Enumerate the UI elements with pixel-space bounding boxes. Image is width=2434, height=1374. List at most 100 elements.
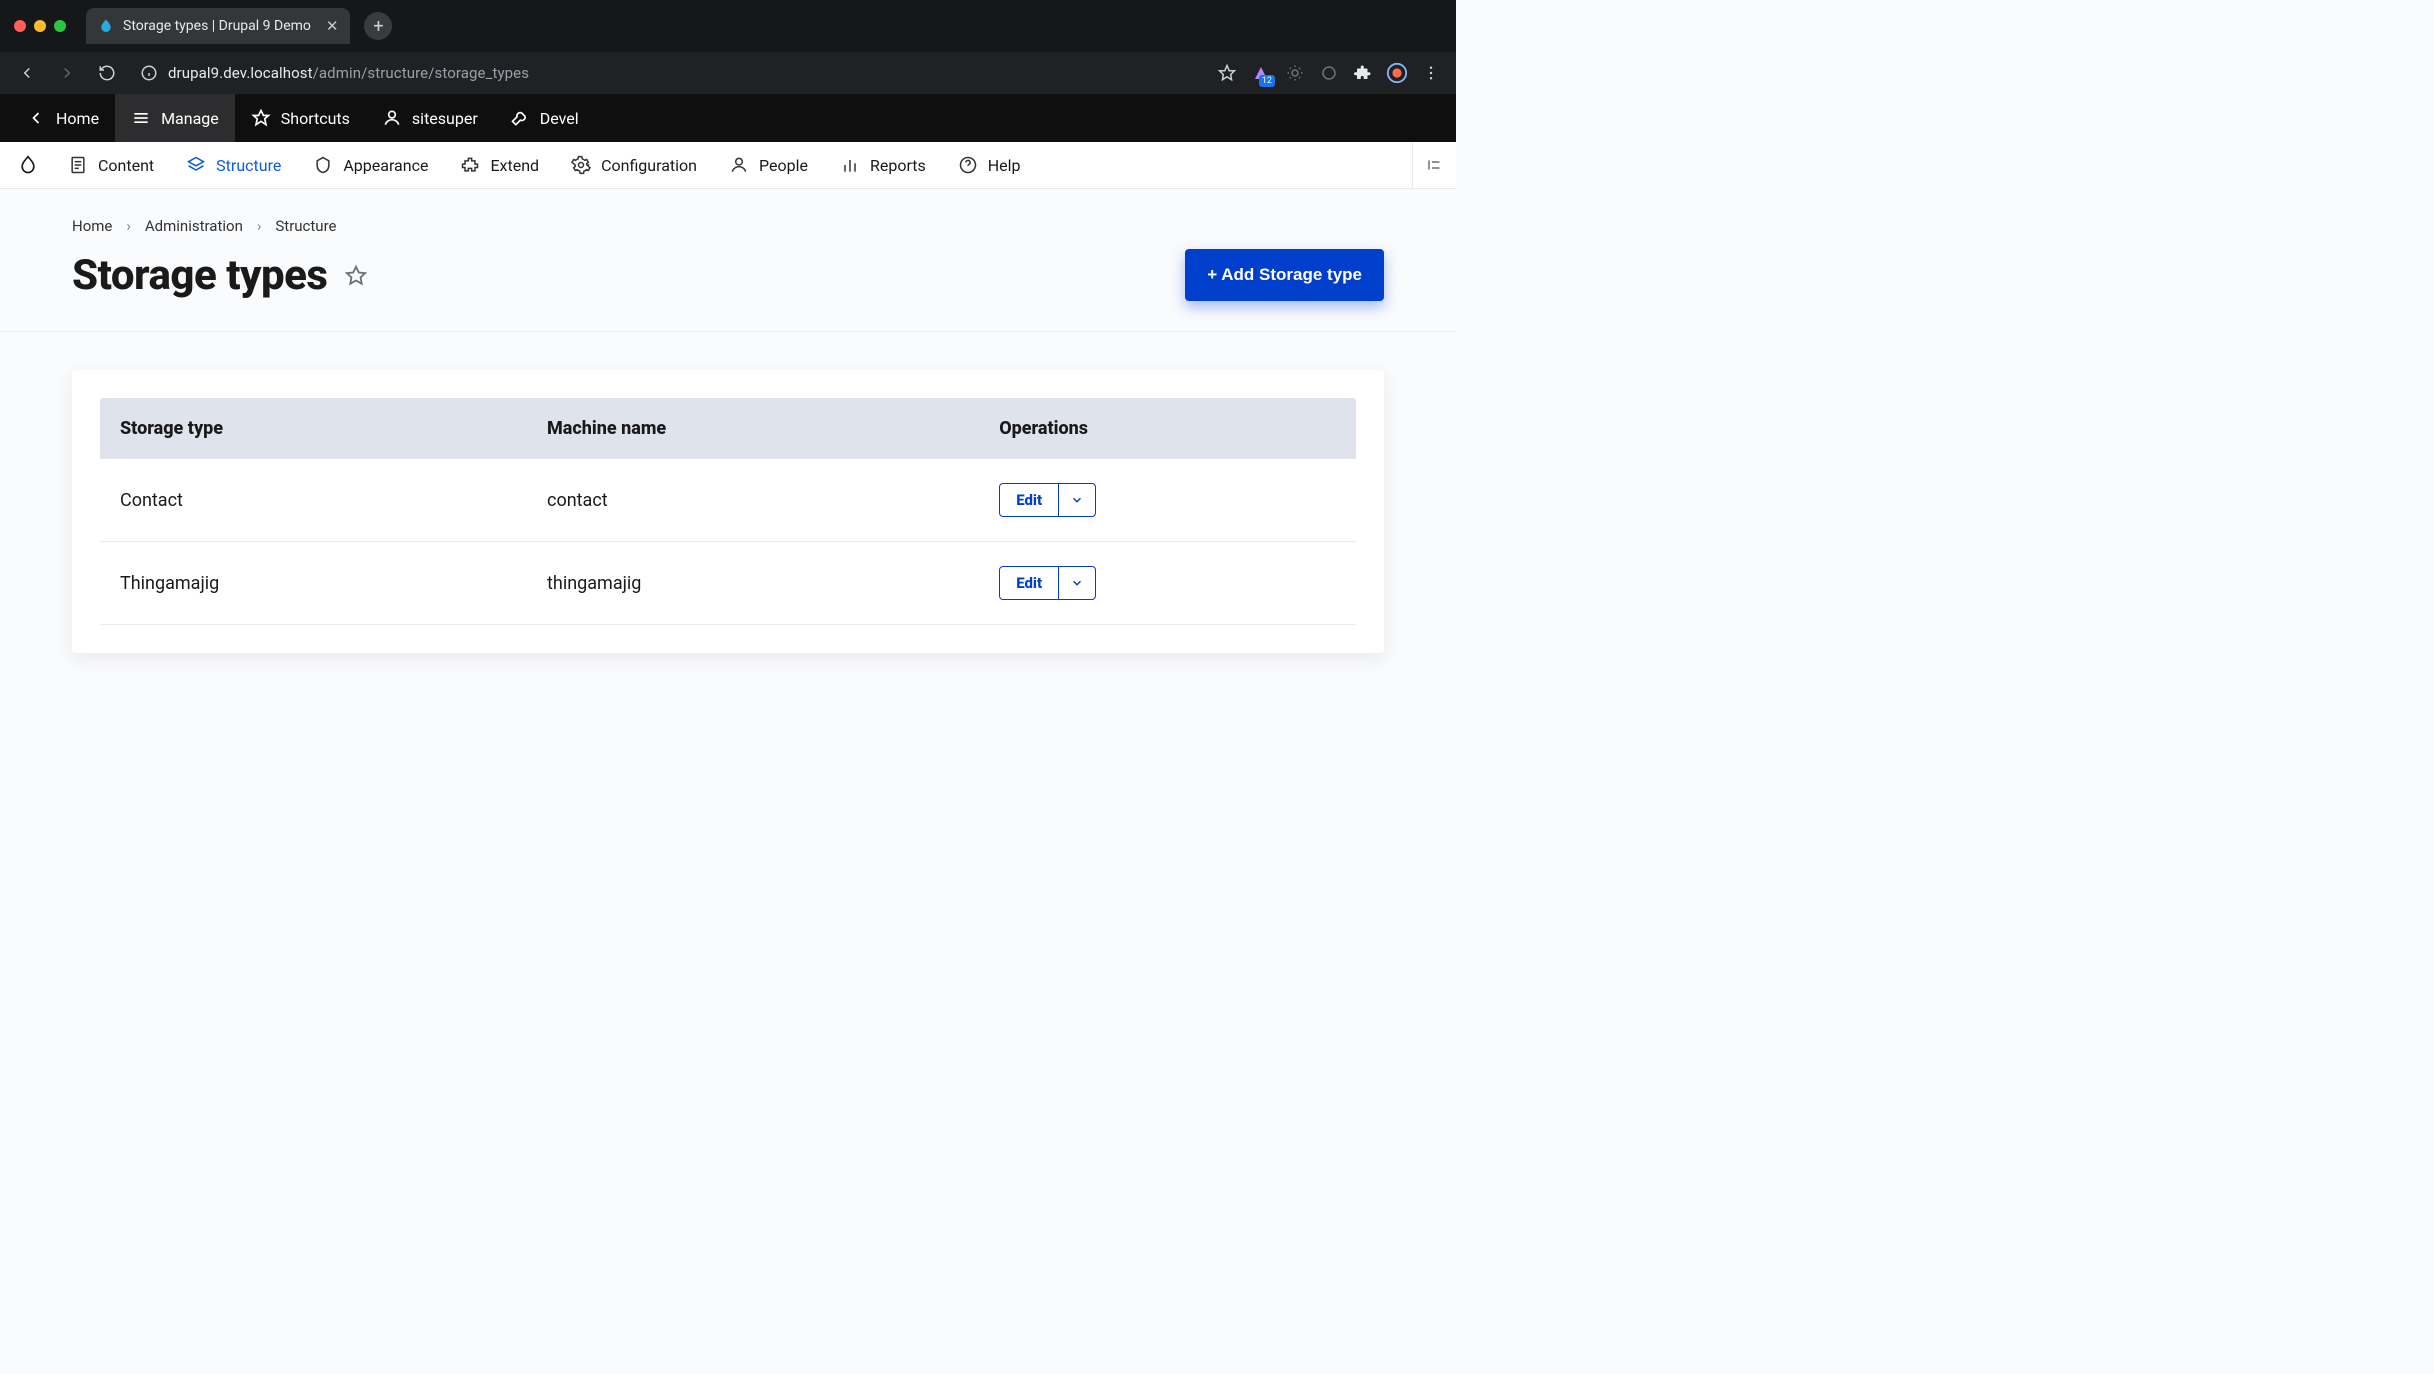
browser-menu-icon[interactable]: [1416, 58, 1446, 88]
toolbar-home[interactable]: Home: [10, 94, 115, 142]
tab-close-icon[interactable]: ✕: [320, 17, 339, 35]
edit-button[interactable]: Edit: [1000, 484, 1059, 516]
user-icon: [382, 108, 402, 128]
cell-machine: thingamajig: [527, 542, 979, 625]
chevron-right-icon: ›: [257, 217, 262, 235]
profile-avatar-icon[interactable]: [1382, 58, 1412, 88]
extension-icon[interactable]: [1314, 58, 1344, 88]
add-storage-type-button[interactable]: + Add Storage type: [1185, 249, 1384, 301]
window-close-dot[interactable]: [14, 20, 26, 32]
add-shortcut-star-icon[interactable]: [345, 264, 367, 286]
puzzle-icon: [460, 155, 480, 175]
extensions-menu-icon[interactable]: [1348, 58, 1378, 88]
nav-back-button[interactable]: [10, 56, 44, 90]
bookmark-star-icon[interactable]: [1212, 58, 1242, 88]
new-tab-button[interactable]: +: [364, 12, 392, 40]
subnav-structure[interactable]: Structure: [170, 142, 297, 188]
bar-chart-icon: [840, 155, 860, 175]
chevron-down-icon: [1070, 493, 1084, 507]
extension-row: [1212, 58, 1446, 88]
breadcrumb-home[interactable]: Home: [72, 217, 112, 235]
document-icon: [68, 155, 88, 175]
toolbar-devel-label: Devel: [540, 109, 579, 128]
subnav-configuration[interactable]: Configuration: [555, 142, 713, 188]
omnibar: drupal9.dev.localhost/admin/structure/st…: [0, 52, 1456, 94]
gear-icon: [571, 155, 591, 175]
url-text: drupal9.dev.localhost/admin/structure/st…: [168, 64, 529, 82]
toolbar-user-label: sitesuper: [412, 109, 478, 128]
subnav-label: Extend: [490, 156, 539, 175]
cell-name: Thingamajig: [100, 542, 527, 625]
column-header-machine: Machine name: [527, 398, 979, 459]
edit-button[interactable]: Edit: [1000, 567, 1059, 599]
browser-tab[interactable]: Storage types | Drupal 9 Demo ✕: [86, 8, 350, 44]
ops-dropdown-toggle[interactable]: [1059, 484, 1095, 516]
table-row: Contact contact Edit: [100, 459, 1356, 542]
help-icon: [958, 155, 978, 175]
cell-name: Contact: [100, 459, 527, 542]
nav-forward-button: [50, 56, 84, 90]
subnav-label: Help: [988, 156, 1021, 175]
storage-types-table: Storage type Machine name Operations Con…: [100, 398, 1356, 625]
page-region: Home › Administration › Structure Storag…: [0, 189, 1456, 693]
breadcrumb: Home › Administration › Structure: [0, 189, 1456, 235]
ops-dropbutton: Edit: [999, 566, 1096, 600]
page-title: Storage types: [72, 251, 327, 300]
admin-subnav: Content Structure Appearance Extend Conf…: [0, 142, 1456, 189]
column-header-ops: Operations: [979, 398, 1356, 459]
extension-icon[interactable]: [1280, 58, 1310, 88]
toolbar-shortcuts[interactable]: Shortcuts: [235, 94, 366, 142]
tab-title: Storage types | Drupal 9 Demo: [123, 18, 311, 34]
drupal-logo-icon[interactable]: [4, 155, 52, 175]
address-bar[interactable]: drupal9.dev.localhost/admin/structure/st…: [130, 58, 1198, 88]
listing-card: Storage type Machine name Operations Con…: [72, 370, 1384, 653]
layers-icon: [186, 155, 206, 175]
nav-reload-button[interactable]: [90, 56, 124, 90]
toolbar-orientation-toggle[interactable]: [1412, 142, 1456, 188]
plus-icon: +: [373, 16, 383, 37]
tab-strip: Storage types | Drupal 9 Demo ✕ +: [0, 0, 1456, 52]
breadcrumb-structure[interactable]: Structure: [275, 217, 336, 235]
subnav-label: Structure: [216, 156, 281, 175]
subnav-label: Content: [98, 156, 154, 175]
window-controls: [14, 20, 66, 32]
subnav-label: Reports: [870, 156, 926, 175]
ops-dropdown-toggle[interactable]: [1059, 567, 1095, 599]
toolbar-manage-label: Manage: [161, 109, 219, 128]
toolbar-shortcuts-label: Shortcuts: [281, 109, 350, 128]
subnav-label: Appearance: [343, 156, 428, 175]
breadcrumb-admin[interactable]: Administration: [145, 217, 243, 235]
appearance-icon: [313, 155, 333, 175]
subnav-reports[interactable]: Reports: [824, 142, 942, 188]
title-bar: Storage types + Add Storage type: [0, 235, 1456, 332]
chevron-down-icon: [1070, 576, 1084, 590]
admin-toolbar: Home Manage Shortcuts sitesuper Devel: [0, 94, 1456, 142]
wrench-icon: [510, 108, 530, 128]
star-icon: [251, 108, 271, 128]
cell-ops: Edit: [979, 542, 1356, 625]
subnav-label: People: [759, 156, 808, 175]
subnav-content[interactable]: Content: [52, 142, 170, 188]
column-header-name: Storage type: [100, 398, 527, 459]
cell-ops: Edit: [979, 459, 1356, 542]
cell-machine: contact: [527, 459, 979, 542]
toolbar-devel[interactable]: Devel: [494, 94, 595, 142]
site-info-icon[interactable]: [136, 60, 162, 86]
window-minimize-dot[interactable]: [34, 20, 46, 32]
extension-icon[interactable]: [1246, 58, 1276, 88]
window-zoom-dot[interactable]: [54, 20, 66, 32]
back-arrow-icon: [26, 108, 46, 128]
chevron-right-icon: ›: [126, 217, 131, 235]
table-header-row: Storage type Machine name Operations: [100, 398, 1356, 459]
subnav-people[interactable]: People: [713, 142, 824, 188]
subnav-appearance[interactable]: Appearance: [297, 142, 444, 188]
toolbar-user[interactable]: sitesuper: [366, 94, 494, 142]
favicon-drupal-icon: [98, 18, 114, 34]
people-icon: [729, 155, 749, 175]
table-row: Thingamajig thingamajig Edit: [100, 542, 1356, 625]
subnav-help[interactable]: Help: [942, 142, 1037, 188]
hamburger-icon: [131, 108, 151, 128]
orientation-icon: [1426, 156, 1444, 174]
subnav-extend[interactable]: Extend: [444, 142, 555, 188]
toolbar-manage[interactable]: Manage: [115, 94, 235, 142]
